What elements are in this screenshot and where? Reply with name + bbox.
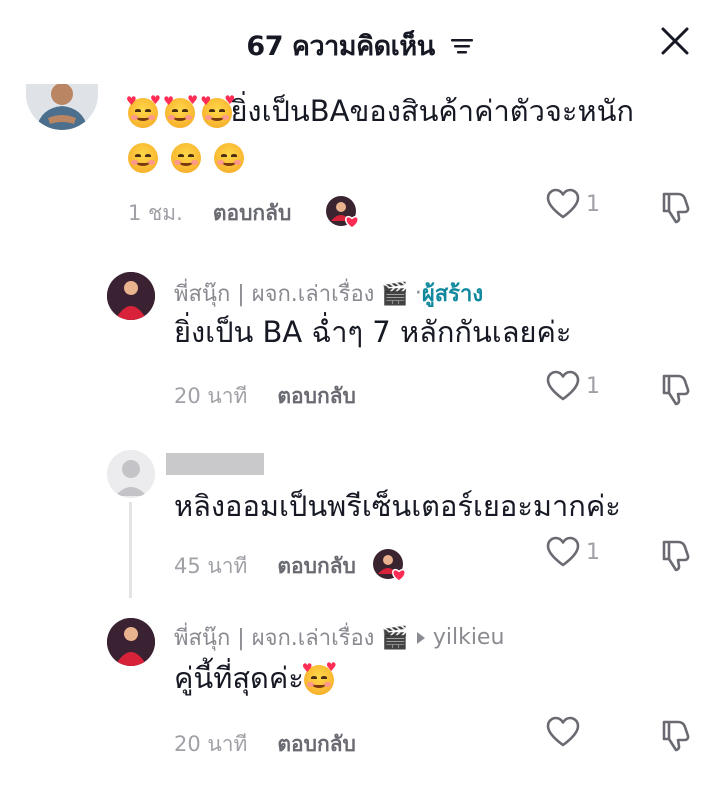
comment-body: หลิงออมเป็นพรีเซ็นเตอร์เยอะมากค่ะ: [174, 489, 621, 523]
emoji-smiling-face-with-hearts: ♥ ♥: [163, 94, 198, 128]
thumbs-down-icon[interactable]: [660, 718, 692, 752]
comment-emoji-line: [128, 136, 245, 176]
thumbs-down-icon[interactable]: [660, 372, 692, 406]
comment-item: หลิงออมเป็นพรีเซ็นเตอร์เยอะมากค่ะ 45 นาท…: [0, 448, 720, 588]
author-name: พี่สนุ๊ก | ผจก.เล่าเรื่อง 🎬: [174, 626, 409, 651]
like-button[interactable]: 1: [546, 188, 600, 220]
heart-outline-icon: [546, 716, 580, 747]
avatar[interactable]: [107, 450, 155, 498]
author-name-redacted: [166, 453, 264, 475]
close-icon[interactable]: [658, 24, 692, 58]
comment-time: 45 นาที: [174, 553, 248, 578]
emoji-smiling-face-with-hearts: ♥ ♥: [126, 94, 161, 128]
emoji-smiling-face-with-hearts: ♥ ♥: [200, 94, 235, 128]
comment-meta: 1 ชม. ตอบกลับ: [128, 195, 361, 231]
reply-button[interactable]: ตอบกลับ: [277, 728, 356, 761]
comments-header: 67 ความคิดเห็น: [0, 0, 720, 84]
emoji-smiling-face: [128, 143, 158, 173]
comment-body: ยิ่งเป็นBAของสินค้าค่าตัวจะหนัก: [230, 94, 634, 128]
emoji-smiling-face: [214, 143, 245, 173]
avatar[interactable]: [107, 272, 155, 320]
thumbs-down-icon[interactable]: [660, 538, 692, 572]
emoji-smiling-face-with-hearts: ♥ ♥: [302, 661, 337, 695]
like-count: 1: [586, 373, 600, 399]
emoji-smiling-face: [171, 143, 202, 173]
dot-separator: ·: [414, 281, 422, 306]
creator-liked-avatar: [325, 195, 361, 231]
comment-item: พี่สนุ๊ก | ผจก.เล่าเรื่อง 🎬 yilkieu คู่น…: [0, 616, 720, 776]
reply-button[interactable]: ตอบกลับ: [277, 550, 356, 583]
author-name: พี่สนุ๊ก | ผจก.เล่าเรื่อง 🎬: [174, 282, 409, 307]
comment-item: ♥ ♥ ♥ ♥ ♥ ♥ ยิ่งเป็นBAของสินค้าค่าตัวจะหนัก …: [0, 84, 720, 244]
heart-outline-icon: [546, 370, 580, 401]
reply-to-user: yilkieu: [432, 625, 505, 650]
comment-meta: 20 นาที ตอบกลับ: [174, 728, 356, 761]
like-count: 1: [586, 539, 600, 565]
comment-time: 1 ชม.: [128, 200, 183, 225]
comment-body: ยิ่งเป็น BA ฉ่ำๆ 7 หลักกันเลยค่ะ: [174, 315, 572, 349]
like-button[interactable]: 1: [546, 536, 600, 568]
reply-button[interactable]: ตอบกลับ: [213, 197, 292, 230]
comment-meta: 45 นาที ตอบกลับ: [174, 548, 408, 584]
comment-author[interactable]: พี่สนุ๊ก | ผจก.เล่าเรื่อง 🎬 yilkieu: [174, 620, 504, 655]
thumbs-down-icon[interactable]: [660, 190, 692, 224]
creator-badge: ผู้สร้าง: [421, 282, 484, 307]
avatar[interactable]: [107, 618, 155, 666]
like-button[interactable]: 1: [546, 370, 600, 402]
like-count: 1: [586, 191, 600, 217]
heart-outline-icon: [546, 536, 580, 567]
comment-text: คู่นี้ที่สุดค่ะ ♥ ♥: [174, 658, 337, 698]
thread-line: [129, 502, 132, 598]
like-button[interactable]: [546, 716, 586, 748]
comment-author[interactable]: พี่สนุ๊ก | ผจก.เล่าเรื่อง 🎬 · ผู้สร้าง: [174, 276, 483, 311]
reply-button[interactable]: ตอบกลับ: [277, 380, 356, 413]
sort-lines-icon[interactable]: [450, 36, 474, 56]
comment-meta: 20 นาที ตอบกลับ: [174, 380, 356, 413]
reply-arrow-icon: [416, 631, 425, 644]
comment-time: 20 นาที: [174, 384, 248, 408]
comment-item: พี่สนุ๊ก | ผจก.เล่าเรื่อง 🎬 · ผู้สร้าง ย…: [0, 270, 720, 420]
comment-body: คู่นี้ที่สุดค่ะ: [174, 661, 304, 695]
creator-liked-avatar: [372, 548, 408, 584]
avatar[interactable]: [26, 84, 98, 130]
comment-text: ♥ ♥ ♥ ♥ ♥ ♥ ยิ่งเป็นBAของสินค้าค่าตัวจะหนัก: [126, 91, 634, 131]
comment-time: 20 นาที: [174, 732, 248, 756]
heart-outline-icon: [546, 188, 580, 219]
comments-count-label: 67 ความคิดเห็น: [246, 31, 435, 62]
comments-title: 67 ความคิดเห็น: [0, 24, 720, 67]
